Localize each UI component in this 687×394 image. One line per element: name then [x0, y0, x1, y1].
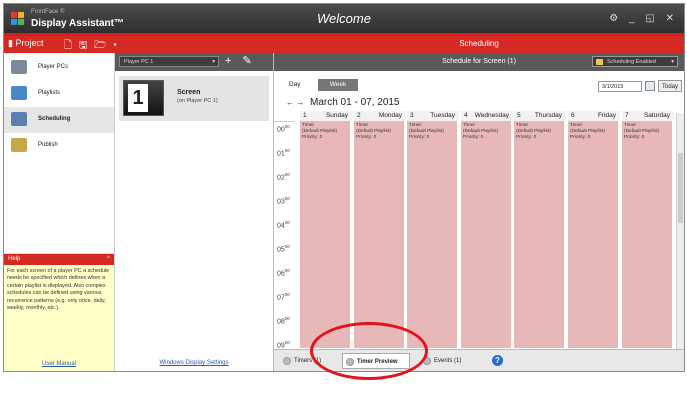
sidebar-item-label: Player PCs	[38, 64, 69, 70]
sidebar-nav: Player PCs Playlists Scheduling Publish …	[4, 53, 115, 371]
help-panel: Help ^ For each screen of a player PC a …	[4, 253, 114, 371]
today-button[interactable]: Today	[658, 80, 682, 92]
sidebar-item-scheduling[interactable]: Scheduling	[4, 107, 114, 133]
calendar-icon	[11, 112, 27, 126]
hour-label: 0300	[277, 196, 290, 206]
timer-event[interactable]: Timer (Default Playlist) Priority: 0	[622, 121, 672, 348]
day-header: 2 Monday	[354, 111, 406, 121]
app-window: FrontFace ® Display Assistant™ Welcome ⚙…	[3, 3, 685, 372]
hour-label: 0200	[277, 172, 290, 182]
timer-event[interactable]: Timer (Default Playlist) Priority: 0	[514, 121, 564, 348]
timer-event[interactable]: Timer (Default Playlist) Priority: 0	[354, 121, 404, 348]
hour-label: 0400	[277, 220, 290, 230]
help-title-label: Help	[8, 256, 21, 262]
schedule-panel: Schedule for Screen (1) Scheduling Enabl…	[274, 53, 684, 371]
project-label: Project	[15, 38, 44, 48]
window-title: Welcome	[317, 11, 371, 26]
timer-event-text: Timer (Default Playlist) Priority: 0	[409, 123, 444, 141]
highlight-circle	[310, 322, 428, 380]
monitor-icon: 1	[123, 80, 164, 116]
hour-label: 0100	[277, 148, 290, 158]
scroll-thumb[interactable]	[678, 153, 683, 223]
windows-display-settings-link[interactable]: Windows Display Settings	[115, 360, 273, 366]
scheduling-enabled-select[interactable]: Scheduling Enabled ▾	[592, 56, 678, 67]
timer-event[interactable]: Timer (Default Playlist) Priority: 0	[407, 121, 457, 348]
player-select[interactable]: Player PC 1 ▾	[119, 56, 219, 67]
calendar-icon[interactable]	[645, 81, 655, 91]
menu-bar: ▮ Project 🗋 🖫 🗁 ▾ Scheduling	[4, 36, 684, 53]
timer-event-text: Timer (Default Playlist) Priority: 0	[356, 123, 391, 141]
sidebar-item-player-pcs[interactable]: Player PCs	[4, 55, 114, 81]
screen-name: Screen	[177, 89, 201, 96]
sidebar-item-playlists[interactable]: Playlists	[4, 81, 114, 107]
hour-label: 0700	[277, 292, 290, 302]
chevron-down-icon: ▾	[671, 59, 674, 65]
timer-event-text: Timer (Default Playlist) Priority: 0	[463, 123, 498, 141]
timer-event[interactable]: Timer (Default Playlist) Priority: 0	[568, 121, 618, 348]
playlist-icon	[11, 86, 27, 100]
timer-event-text: Timer (Default Playlist) Priority: 0	[570, 123, 605, 141]
hour-label: 0000	[277, 124, 290, 134]
timer-event[interactable]: Timer (Default Playlist) Priority: 0	[300, 121, 350, 348]
vertical-scrollbar[interactable]	[676, 113, 684, 349]
title-bar: FrontFace ® Display Assistant™ Welcome ⚙…	[4, 4, 684, 36]
date-range-label: March 01 - 07, 2015	[310, 97, 400, 108]
screen-number: 1	[128, 84, 148, 112]
player-panel: Player PC 1 ▾ + ✎ — 1 Screen (on Player …	[115, 53, 274, 371]
sidebar-item-publish[interactable]: Publish	[4, 133, 114, 159]
player-select-value: Player PC 1	[124, 59, 154, 65]
checkbox-icon	[596, 59, 603, 65]
hour-label: 0900	[277, 340, 290, 348]
day-header: 7 Saturday	[622, 111, 674, 121]
help-title[interactable]: Help ^	[4, 254, 114, 265]
chevron-down-icon: ▾	[212, 59, 215, 65]
screen-subtitle: (on Player PC 1)	[177, 98, 218, 104]
tab-events-label: Events (1)	[434, 358, 462, 364]
day-header: 4 Wednesday	[461, 111, 513, 121]
tab-events[interactable]: Events (1)	[420, 353, 482, 369]
user-manual-link[interactable]: User Manual	[4, 361, 114, 367]
tab-week[interactable]: Week	[318, 79, 358, 91]
timer-event-text: Timer (Default Playlist) Priority: 0	[302, 123, 337, 141]
sidebar-item-label: Playlists	[38, 90, 61, 96]
day-header: 3 Tuesday	[407, 111, 459, 121]
hour-label: 0500	[277, 244, 290, 254]
week-grid: 0000 0100 0200 0300 0400 0500 0600 0700 0800 0900…	[274, 111, 684, 348]
sidebar-item-label: Publish	[38, 142, 58, 148]
scheduling-enabled-label: Scheduling Enabled	[607, 59, 656, 65]
collapse-icon[interactable]: ^	[107, 254, 110, 265]
day-header: 5 Thursday	[514, 111, 566, 121]
timer-icon	[283, 357, 291, 365]
timer-event[interactable]: Timer (Default Playlist) Priority: 0	[461, 121, 511, 348]
day-header: 6 Friday	[568, 111, 620, 121]
section-title: Scheduling	[459, 39, 499, 48]
hour-label: 0600	[277, 268, 290, 278]
grid-line	[274, 121, 294, 122]
project-menu[interactable]: ▮ Project	[8, 38, 43, 49]
screen-item[interactable]: 1 Screen (on Player PC 1)	[119, 76, 269, 121]
hour-label: 0800	[277, 316, 290, 326]
monitor-icon	[11, 60, 27, 74]
date-input[interactable]: 3/1/2015	[598, 81, 642, 92]
publish-icon	[11, 138, 27, 152]
sidebar-item-label: Scheduling	[38, 116, 71, 122]
week-nav-arrows[interactable]: ← →	[286, 98, 304, 107]
timer-event-text: Timer (Default Playlist) Priority: 0	[624, 123, 659, 141]
day-header: 1 Sunday	[300, 111, 352, 121]
schedule-header: Schedule for Screen (1) Scheduling Enabl…	[274, 53, 684, 71]
player-toolbar: Player PC 1 ▾ + ✎ —	[115, 53, 273, 79]
timer-event-text: Timer (Default Playlist) Priority: 0	[516, 123, 551, 141]
help-text: For each screen of a player PC a schedul…	[7, 268, 110, 312]
help-icon[interactable]: ?	[492, 355, 503, 366]
window-controls[interactable]: ⚙ _ ◱ ✕	[609, 13, 678, 24]
